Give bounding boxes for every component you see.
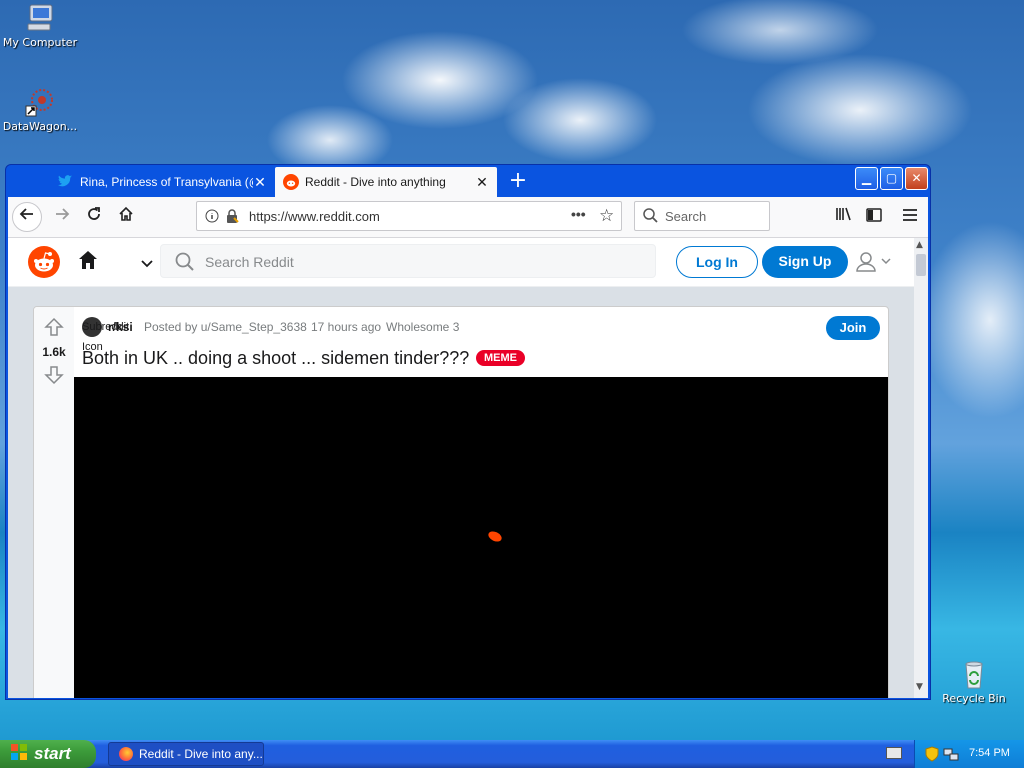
feed-dropdown-chevron-icon[interactable] bbox=[140, 254, 154, 273]
reddit-header: Search Reddit Log In Sign Up bbox=[8, 238, 914, 287]
downvote-arrow-icon[interactable] bbox=[44, 365, 64, 389]
minimize-button[interactable]: ▁ bbox=[855, 167, 878, 190]
maximize-button[interactable]: ▢ bbox=[880, 167, 903, 190]
search-icon bbox=[643, 208, 658, 226]
tab-close-icon[interactable]: ✕ bbox=[475, 174, 489, 191]
search-icon bbox=[175, 252, 195, 275]
signup-label: Sign Up bbox=[778, 253, 832, 269]
browser-window: Rina, Princess of Transylvania (@C ✕ Red… bbox=[5, 164, 931, 700]
home-feed-button[interactable] bbox=[78, 250, 98, 274]
browser-search-box[interactable]: Search bbox=[634, 201, 770, 231]
desktop-icon-label: Recycle Bin bbox=[942, 692, 1006, 705]
close-window-button[interactable]: ✕ bbox=[905, 167, 928, 190]
task-label: Reddit - Dive into any... bbox=[139, 747, 263, 761]
upvote-arrow-icon[interactable] bbox=[44, 317, 64, 341]
back-button[interactable] bbox=[12, 202, 42, 232]
window-controls: ▁ ▢ ✕ bbox=[855, 167, 928, 190]
tab-close-icon[interactable]: ✕ bbox=[253, 174, 267, 191]
bookmark-star-icon[interactable]: ☆ bbox=[599, 206, 614, 226]
tab-label: Rina, Princess of Transylvania (@C bbox=[80, 175, 253, 189]
forward-arrow-icon bbox=[56, 208, 70, 220]
desktop-icon-recycle-bin[interactable]: Recycle Bin bbox=[934, 658, 1014, 705]
tab-reddit[interactable]: Reddit - Dive into anything ✕ bbox=[275, 167, 497, 197]
back-arrow-icon bbox=[19, 208, 33, 220]
new-tab-button[interactable]: + bbox=[506, 170, 530, 194]
desktop-icon-my-computer[interactable]: My Computer bbox=[0, 2, 80, 49]
start-button[interactable]: start bbox=[0, 740, 96, 768]
windows-logo-icon bbox=[10, 743, 28, 765]
reddit-search-placeholder: Search Reddit bbox=[205, 254, 294, 270]
page-actions-icon[interactable]: ••• bbox=[571, 206, 586, 222]
loading-spinner-icon bbox=[486, 529, 504, 544]
sidebar-button[interactable] bbox=[860, 203, 888, 231]
tab-bar: Rina, Princess of Transylvania (@C ✕ Red… bbox=[8, 167, 928, 197]
page-viewport: Search Reddit Log In Sign Up 1.6k Subred… bbox=[8, 238, 914, 698]
signup-button[interactable]: Sign Up bbox=[762, 246, 848, 278]
home-icon bbox=[119, 206, 133, 221]
desktop-icon-label: DataWagon... bbox=[2, 120, 78, 133]
login-button[interactable]: Log In bbox=[676, 246, 758, 278]
scroll-down-arrow-icon[interactable]: ▼ bbox=[916, 682, 923, 692]
tab-twitter[interactable]: Rina, Princess of Transylvania (@C ✕ bbox=[50, 167, 275, 197]
browser-search-placeholder: Search bbox=[665, 209, 707, 224]
reload-button[interactable] bbox=[80, 203, 108, 231]
datawagon-shortcut-icon bbox=[24, 86, 56, 118]
join-button[interactable]: Join bbox=[826, 316, 880, 340]
tab-label: Reddit - Dive into anything bbox=[305, 175, 446, 189]
url-text: https://www.reddit.com bbox=[249, 209, 380, 224]
post-video-player[interactable] bbox=[74, 377, 888, 698]
keyboard-tray-icon[interactable] bbox=[886, 747, 902, 759]
hamburger-menu-icon bbox=[903, 209, 917, 221]
recycle-bin-icon bbox=[958, 658, 990, 690]
twitter-bird-icon bbox=[58, 174, 74, 190]
lock-icon[interactable] bbox=[225, 208, 239, 227]
start-label: start bbox=[34, 744, 71, 763]
home-button[interactable] bbox=[112, 203, 140, 231]
library-icon bbox=[836, 207, 851, 221]
post-card[interactable]: 1.6k Subreddit r/ksi Icon Posted by u/Sa… bbox=[33, 306, 889, 698]
scroll-up-arrow-icon[interactable]: ▲ bbox=[916, 240, 923, 250]
user-avatar-icon bbox=[856, 252, 891, 272]
post-title[interactable]: Both in UK .. doing a shoot ... sidemen … bbox=[82, 348, 469, 369]
subreddit-link[interactable]: r/ksi bbox=[108, 320, 133, 334]
clock[interactable]: 7:54 PM bbox=[969, 747, 1010, 759]
post-time[interactable]: 17 hours ago bbox=[311, 320, 381, 334]
network-icon[interactable] bbox=[943, 747, 959, 766]
menu-button[interactable] bbox=[896, 203, 924, 231]
navigation-toolbar: https://www.reddit.com ••• ☆ Search bbox=[8, 197, 928, 238]
taskbar: start Reddit - Dive into any... 7:54 PM bbox=[0, 740, 1024, 768]
home-icon bbox=[79, 251, 97, 269]
reload-icon bbox=[88, 207, 100, 220]
page-scrollbar[interactable]: ▲ ▼ bbox=[914, 238, 928, 698]
system-tray: 7:54 PM bbox=[914, 740, 1024, 768]
firefox-icon bbox=[119, 747, 133, 761]
vote-column: 1.6k bbox=[34, 307, 74, 698]
vote-count: 1.6k bbox=[42, 345, 66, 359]
sidebar-icon bbox=[866, 208, 882, 222]
address-bar[interactable]: https://www.reddit.com ••• ☆ bbox=[196, 201, 622, 231]
library-button[interactable] bbox=[830, 203, 858, 231]
post-meta-posted-by[interactable]: Posted by u/Same_Step_3638 bbox=[144, 320, 307, 334]
post-flair-badge[interactable]: MEME bbox=[476, 350, 525, 366]
join-label: Join bbox=[839, 320, 867, 335]
reddit-favicon-icon bbox=[283, 174, 299, 190]
post-award-badge: Wholesome 3 bbox=[386, 320, 460, 334]
user-menu-button[interactable] bbox=[856, 250, 896, 274]
reddit-logo-icon[interactable] bbox=[28, 246, 60, 278]
desktop-icon-datawagon[interactable]: DataWagon... bbox=[0, 86, 80, 133]
security-shield-icon[interactable] bbox=[925, 746, 939, 766]
scroll-thumb[interactable] bbox=[916, 254, 926, 276]
info-icon[interactable] bbox=[205, 209, 219, 226]
taskbar-task-reddit[interactable]: Reddit - Dive into any... bbox=[108, 742, 264, 766]
forward-button[interactable] bbox=[48, 203, 76, 231]
computer-icon bbox=[24, 2, 56, 34]
desktop-icon-label: My Computer bbox=[2, 36, 78, 49]
login-label: Log In bbox=[696, 254, 738, 270]
reddit-search-input[interactable]: Search Reddit bbox=[160, 244, 656, 278]
